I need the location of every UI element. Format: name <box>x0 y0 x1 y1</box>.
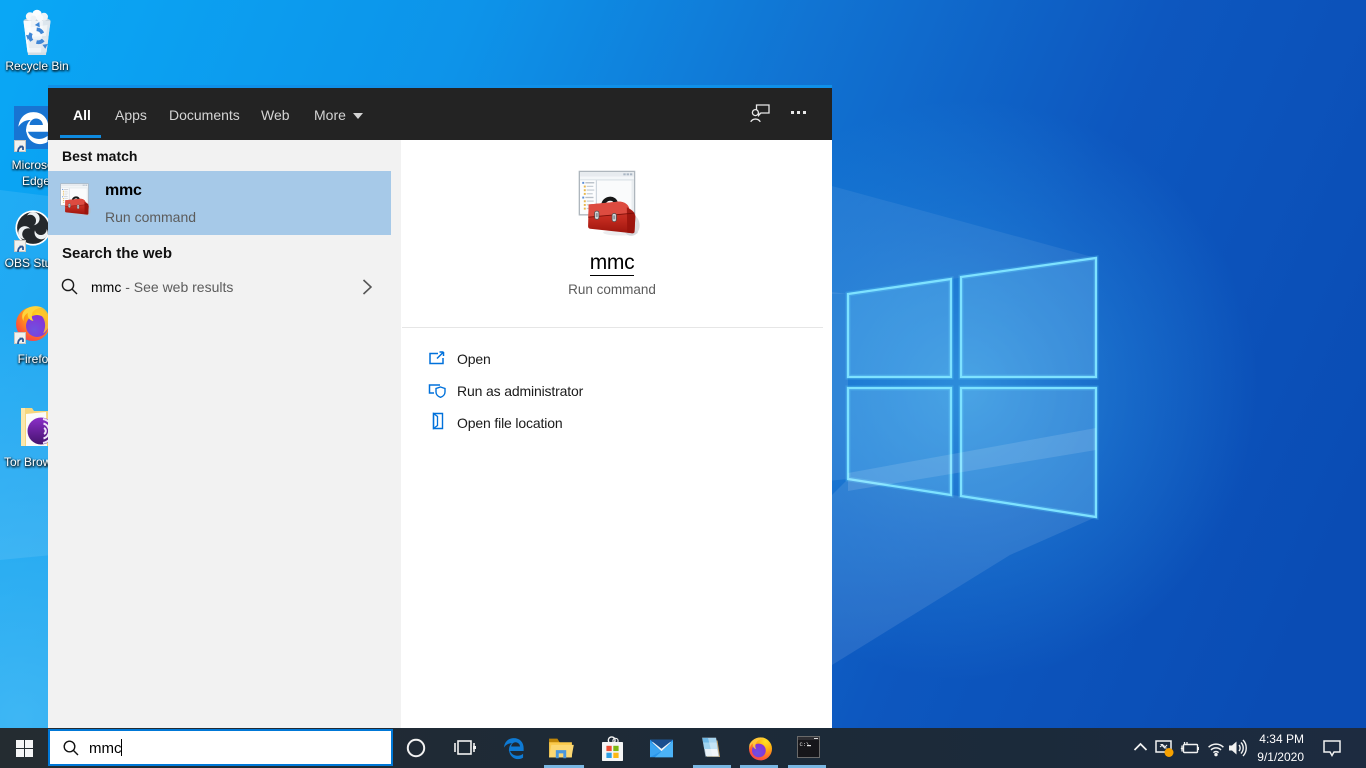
svg-text:C:\: C:\ <box>800 741 810 748</box>
